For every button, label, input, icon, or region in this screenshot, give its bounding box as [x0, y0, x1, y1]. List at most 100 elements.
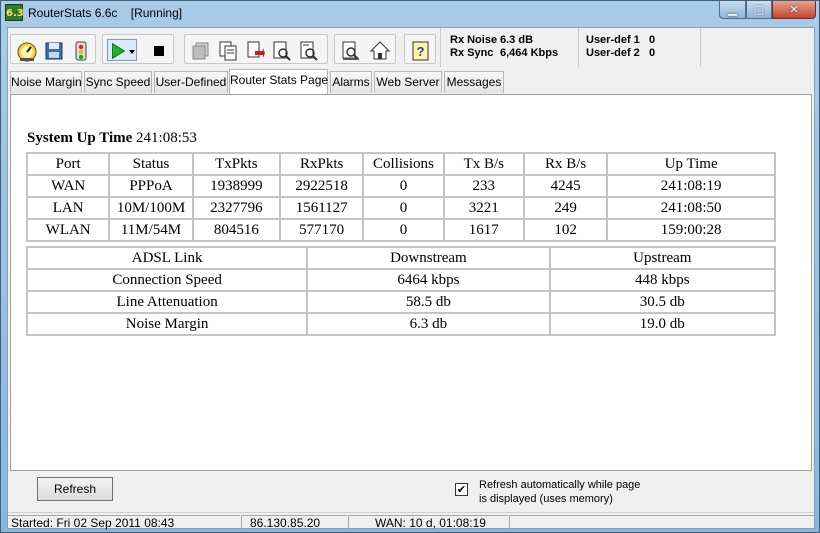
table-cell: 448 kbps [548, 268, 777, 292]
table-cell: 577170 [278, 218, 365, 242]
table-cell: 58.5 db [306, 290, 551, 314]
app-state: [Running] [130, 6, 183, 20]
minimize-button[interactable]: ▁ [719, 1, 746, 19]
close-icon: ✕ [789, 3, 799, 16]
status-empty [509, 515, 814, 530]
adsl-header-cell: Downstream [306, 246, 551, 270]
ports-header-cell: TxPkts [191, 152, 282, 176]
table-cell: 804516 [191, 218, 282, 242]
home-button[interactable] [368, 39, 391, 61]
maximize-button[interactable]: □ [746, 1, 772, 19]
find-icon [273, 41, 291, 61]
table-cell: 19.0 db [548, 312, 777, 336]
copy-icon [219, 41, 237, 61]
user-def-stats: User-def 1 0 User-def 2 0 [586, 34, 655, 60]
toolbar-group-edit [184, 34, 328, 64]
tab-bar: Noise Margin Sync Speed User-Defined Rou… [8, 69, 814, 94]
table-cell: 241:08:50 [606, 196, 776, 220]
stop-icon [154, 46, 164, 56]
toolbar-group-file [10, 34, 96, 64]
auto-refresh-checkbox[interactable]: ✔ [455, 483, 468, 496]
table-cell: 249 [522, 196, 609, 220]
tab-router-stats-page[interactable]: Router Stats Page [229, 69, 328, 94]
status-wan: WAN: 10 d, 01:08:19 [348, 515, 508, 530]
auto-refresh-label-line1: Refresh automatically while page [479, 479, 641, 491]
app-window: 6.3 RouterStats 6.6c [Running] ▁ □ ✕ ? R… [0, 0, 820, 533]
report-button[interactable] [339, 39, 361, 61]
paste-button[interactable] [243, 39, 265, 61]
adsl-header-cell: ADSL Link [25, 246, 309, 270]
table-row: WAN PPPoA 1938999 2922518 0 233 4245 241:08:19 [25, 174, 776, 198]
auto-refresh-label-line2: is displayed (uses memory) [479, 493, 613, 505]
rx-noise-row: Rx Noise 6.3 dB [450, 34, 558, 47]
play-icon [112, 42, 126, 60]
table-cell: WLAN [25, 218, 111, 242]
home-icon [369, 41, 391, 60]
rx-sync-row: Rx Sync 6,464 Kbps [450, 47, 558, 60]
rx-sync-value: 6,464 Kbps [500, 47, 559, 59]
tab-web-server[interactable]: Web Server [374, 71, 442, 93]
table-cell: 6464 kbps [306, 268, 551, 292]
svg-text:?: ? [417, 44, 425, 59]
rx-stats: Rx Noise 6.3 dB Rx Sync 6,464 Kbps [450, 34, 558, 60]
tab-alarms[interactable]: Alarms [330, 71, 372, 93]
user-def2-value: 0 [649, 47, 656, 59]
rx-sync-label: Rx Sync [450, 47, 494, 59]
adsl-header-row: ADSL Link Downstream Upstream [25, 246, 777, 270]
table-cell: 11M/54M [108, 218, 194, 242]
toolbar-separator [440, 28, 441, 67]
tab-user-defined[interactable]: User-Defined [154, 71, 228, 93]
title-bar[interactable]: 6.3 RouterStats 6.6c [Running] ▁ □ ✕ [1, 1, 819, 25]
stop-button[interactable] [147, 39, 169, 61]
find-button[interactable] [270, 39, 292, 61]
rx-noise-label: Rx Noise [450, 34, 498, 46]
find-next-button[interactable] [297, 39, 319, 61]
ports-header-cell: Rx B/s [522, 152, 609, 176]
adsl-header-cell: Upstream [548, 246, 777, 270]
table-cell: 30.5 db [548, 290, 777, 314]
copy-button[interactable] [216, 39, 238, 61]
tab-sync-speed[interactable]: Sync Speed [84, 71, 152, 93]
signal-icon [75, 41, 87, 61]
close-button[interactable]: ✕ [772, 1, 816, 19]
table-cell: 102 [522, 218, 609, 242]
table-cell: Connection Speed [25, 268, 309, 292]
status-ip: 86.130.85.20 [241, 515, 347, 530]
table-cell: 2327796 [191, 196, 282, 220]
find-next-icon [300, 41, 318, 61]
table-cell: Noise Margin [25, 312, 309, 336]
adsl-table: ADSL Link Downstream Upstream Connection Sp… [25, 246, 777, 336]
table-cell: 0 [362, 196, 445, 220]
ports-header-cell: Tx B/s [442, 152, 525, 176]
tab-noise-margin[interactable]: Noise Margin [10, 71, 82, 93]
dropdown-icon [129, 50, 135, 54]
refresh-button[interactable]: Refresh [37, 477, 113, 501]
maximize-icon: □ [753, 3, 765, 16]
stack-button[interactable] [189, 39, 211, 61]
status-started: Started: Fri 02 Sep 2011 08:43 [8, 515, 240, 530]
table-cell: 241:08:19 [606, 174, 776, 198]
ports-header-cell: Port [25, 152, 111, 176]
tab-messages[interactable]: Messages [444, 71, 504, 93]
table-cell: 4245 [522, 174, 609, 198]
toolbar: ? Rx Noise 6.3 dB Rx Sync 6,464 Kbps User-… [8, 28, 814, 69]
speedometer-icon [17, 42, 37, 62]
ports-header-cell: Up Time [606, 152, 776, 176]
signal-button[interactable] [69, 39, 91, 61]
save-icon [45, 42, 63, 60]
table-row: Connection Speed 6464 kbps 448 kbps [25, 268, 777, 292]
auto-refresh-label: Refresh automatically while page is disp… [479, 478, 640, 506]
user-def1-row: User-def 1 0 [586, 34, 655, 47]
table-row: LAN 10M/100M 2327796 1561127 0 3221 249 241:08:… [25, 196, 776, 220]
save-button[interactable] [42, 39, 64, 61]
toolbar-separator [700, 28, 701, 67]
app-icon: 6.3 [5, 4, 24, 21]
client-area: ? Rx Noise 6.3 dB Rx Sync 6,464 Kbps User-… [7, 27, 815, 530]
toolbar-group-help: ? [404, 34, 436, 64]
table-row: Line Attenuation 58.5 db 30.5 db [25, 290, 777, 314]
speedometer-button[interactable] [15, 39, 37, 62]
help-button[interactable]: ? [409, 39, 431, 61]
table-cell: 10M/100M [108, 196, 194, 220]
minimize-icon: ▁ [728, 3, 737, 16]
play-button[interactable] [107, 39, 137, 61]
